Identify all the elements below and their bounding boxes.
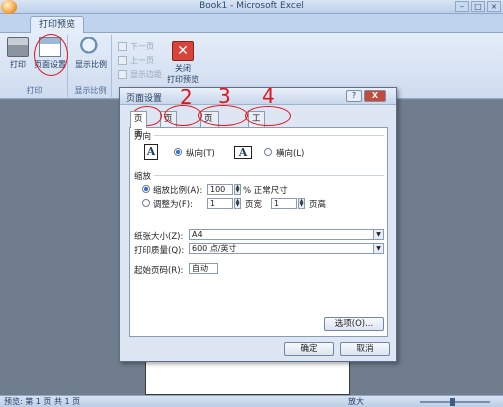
- adjust-to-label: 缩放比例(A):: [153, 186, 203, 196]
- landscape-icon: A: [234, 146, 252, 159]
- maximize-icon[interactable]: □: [471, 1, 485, 12]
- title-bar: Book1 - Microsoft Excel – □ ×: [0, 0, 503, 14]
- zoom-group: 显示比例 显示比例: [70, 35, 112, 97]
- annotation-number-2: 2: [180, 85, 193, 109]
- status-bar: 预览: 第 1 页 共 1 页 放大: [0, 395, 503, 407]
- zoom-button-label: 显示比例: [75, 60, 107, 69]
- scale-spinner[interactable]: ▲ ▼: [234, 184, 241, 195]
- status-page-info: 预览: 第 1 页 共 1 页: [4, 397, 81, 406]
- fit-wide-spinner[interactable]: ▲ ▼: [234, 198, 241, 209]
- magnifier-icon: [80, 37, 102, 57]
- portrait-icon: A: [144, 144, 158, 160]
- close-preview-button[interactable]: ✕ 关闭 打印预览: [164, 41, 202, 85]
- show-margins-checkbox[interactable]: 显示边距: [118, 69, 162, 80]
- next-page-button[interactable]: 下一页: [118, 41, 154, 52]
- dialog-close-icon[interactable]: X: [364, 90, 386, 102]
- dialog-title: 页面设置: [126, 94, 163, 104]
- prev-page-icon: [118, 56, 127, 65]
- options-button[interactable]: 选项(O)...: [324, 317, 384, 331]
- window-title: Book1 - Microsoft Excel: [199, 1, 304, 11]
- next-page-label: 下一页: [130, 42, 154, 51]
- zoom-group-label: 显示比例: [74, 86, 107, 95]
- fit-to-label: 调整为(F):: [153, 200, 193, 210]
- show-margins-label: 显示边距: [130, 70, 162, 79]
- portrait-radio[interactable]: [174, 148, 182, 156]
- divider: [154, 175, 384, 176]
- dialog-title-bar: 页面设置 ? X: [120, 88, 396, 105]
- annotation-circle-tab-header: [198, 105, 248, 126]
- fit-tall-suffix: 页高: [309, 200, 327, 210]
- landscape-label: 横向(L): [276, 149, 305, 159]
- print-quality-value: 600 点/英寸: [192, 244, 237, 253]
- annotation-number-4: 4: [262, 84, 275, 108]
- close-preview-icon: ✕: [172, 41, 194, 61]
- chevron-down-icon: ▼: [373, 244, 383, 253]
- annotation-circle-tab-sheet: [245, 106, 291, 126]
- print-button[interactable]: 打印: [6, 37, 30, 70]
- minimize-icon[interactable]: –: [455, 1, 469, 12]
- chevron-down-icon: ▼: [373, 230, 383, 239]
- annotation-circle-page-setup: [34, 34, 68, 76]
- ribbon-tab-row: 打印预览: [0, 14, 503, 33]
- page-setup-dialog: 页面设置 ? X 页面 页边距 页眉/页脚 工作表 方向 A 纵向(T) A 横…: [119, 87, 397, 362]
- print-group-label: 打印: [26, 86, 43, 95]
- fit-tall-input[interactable]: 1: [271, 198, 297, 209]
- divider: [154, 135, 384, 136]
- paper-size-value: A4: [192, 230, 203, 239]
- scaling-heading: 缩放: [134, 172, 152, 182]
- ok-button[interactable]: 确定: [284, 342, 334, 356]
- zoom-button[interactable]: 显示比例: [73, 37, 109, 70]
- printer-icon: [7, 37, 29, 57]
- close-window-icon[interactable]: ×: [487, 1, 501, 12]
- first-page-input[interactable]: 自动: [189, 263, 218, 274]
- next-page-icon: [118, 42, 127, 51]
- adjust-to-radio[interactable]: [142, 185, 150, 193]
- checkbox-icon: [118, 70, 127, 79]
- print-button-label: 打印: [10, 60, 26, 69]
- close-preview-label-2: 打印预览: [167, 75, 199, 84]
- preview-page: [145, 358, 350, 395]
- close-preview-label-1: 关闭: [175, 64, 191, 73]
- prev-page-button[interactable]: 上一页: [118, 55, 154, 66]
- tab-page[interactable]: 页面: [130, 111, 147, 139]
- zoom-slider[interactable]: [420, 398, 490, 406]
- landscape-radio[interactable]: [264, 148, 272, 156]
- fit-tall-spinner[interactable]: ▲ ▼: [298, 198, 305, 209]
- cancel-button[interactable]: 取消: [340, 342, 390, 356]
- paper-size-label: 纸张大小(Z):: [134, 232, 184, 242]
- print-quality-select[interactable]: 600 点/英寸 ▼: [189, 243, 384, 254]
- help-icon[interactable]: ?: [346, 90, 362, 102]
- zoom-slider-thumb[interactable]: [450, 398, 455, 406]
- fit-wide-input[interactable]: 1: [207, 198, 233, 209]
- page-tab-panel: 方向 A 纵向(T) A 横向(L) 缩放 缩放比例(A): 100 ▲▼ % …: [129, 127, 388, 337]
- scale-suffix: % 正常尺寸: [243, 186, 288, 196]
- annotation-number-3: 3: [218, 84, 231, 108]
- prev-page-label: 上一页: [130, 56, 154, 65]
- window-controls: – □ ×: [455, 1, 501, 12]
- print-quality-label: 打印质量(Q):: [134, 246, 185, 256]
- fit-to-radio[interactable]: [142, 199, 150, 207]
- tab-print-preview[interactable]: 打印预览: [30, 16, 85, 33]
- paper-size-select[interactable]: A4 ▼: [189, 229, 384, 240]
- status-zoom-label: 放大: [348, 397, 364, 406]
- scale-percent-input[interactable]: 100: [207, 184, 233, 195]
- fit-wide-suffix: 页宽: [245, 200, 263, 210]
- first-page-label: 起始页码(R):: [134, 266, 184, 276]
- portrait-label: 纵向(T): [186, 149, 215, 159]
